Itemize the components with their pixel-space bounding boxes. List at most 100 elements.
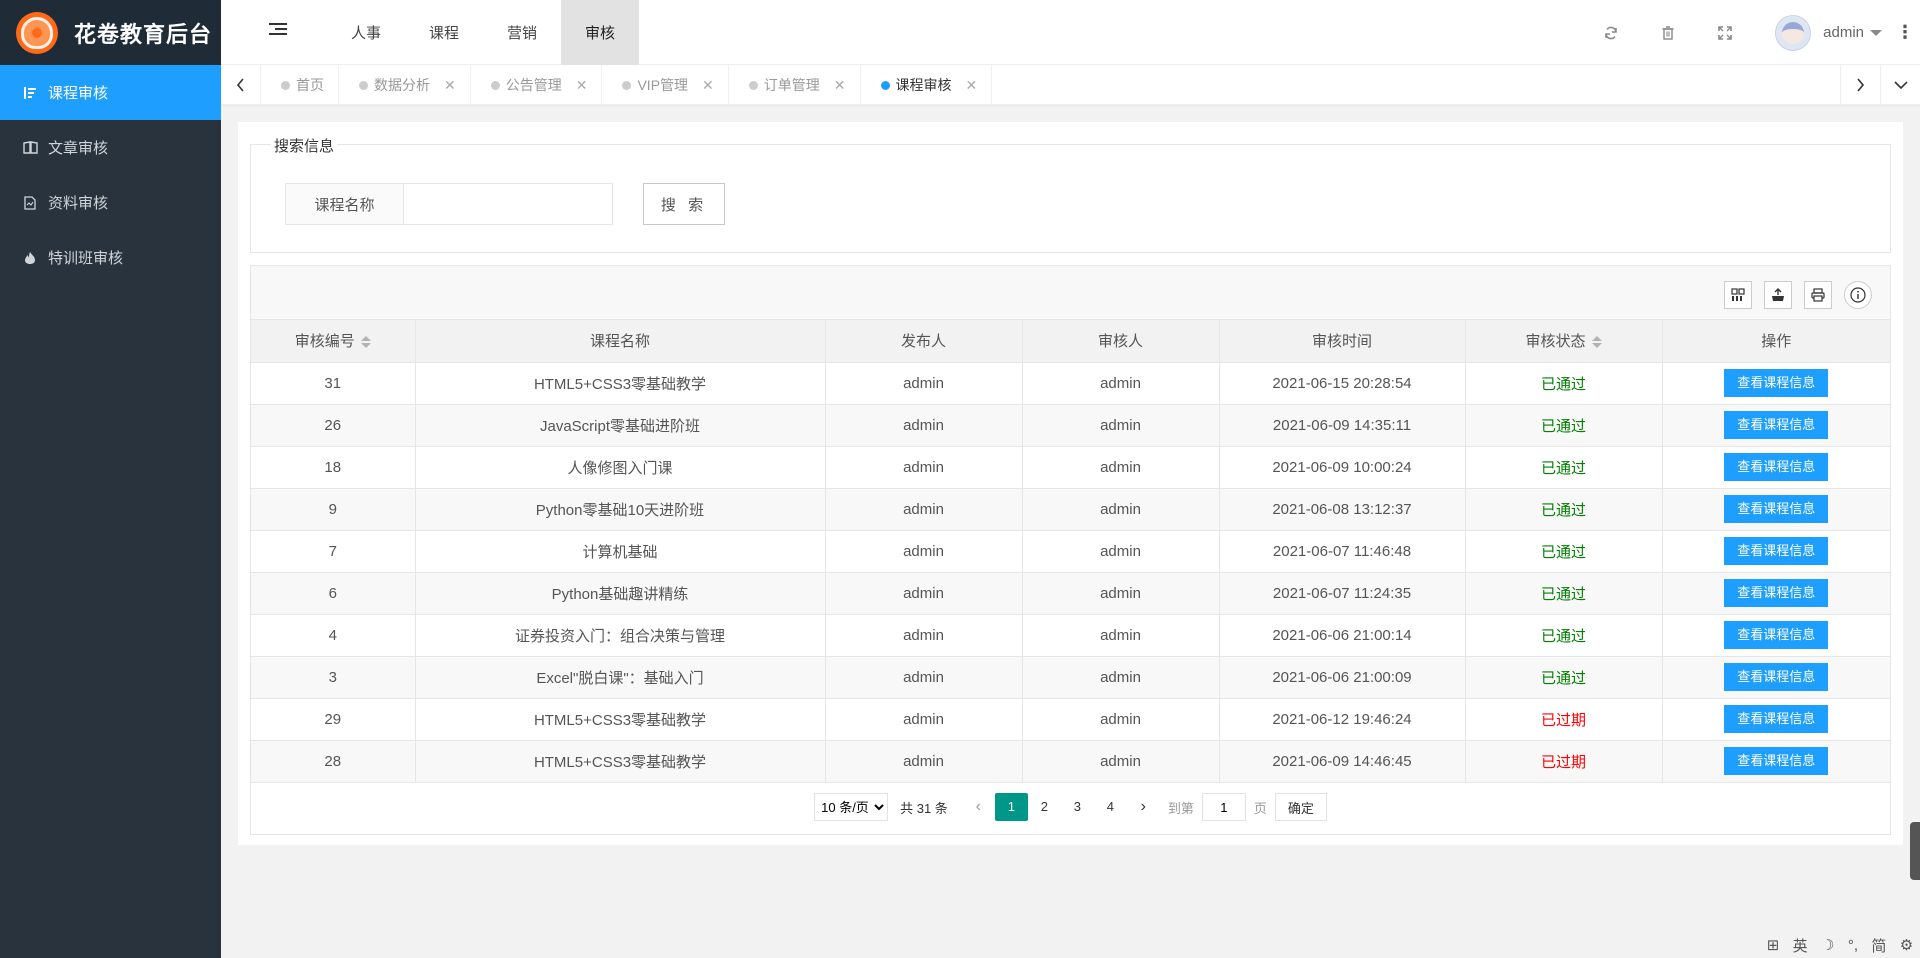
user-menu[interactable]: admin bbox=[1753, 14, 1890, 51]
cell-reviewer: admin bbox=[1022, 488, 1220, 531]
page-2[interactable]: 2 bbox=[1028, 793, 1061, 821]
top-nav-marketing[interactable]: 营销 bbox=[483, 0, 561, 65]
tab-scroll-right-icon[interactable] bbox=[1840, 65, 1880, 105]
sidebar-item-label: 课程审核 bbox=[48, 85, 109, 102]
info-icon[interactable] bbox=[1844, 281, 1872, 309]
table-row: 29 HTML5+CSS3零基础教学 admin admin 2021-06-12 19… bbox=[251, 698, 1890, 741]
cell-action: 查看课程信息 bbox=[1662, 488, 1890, 531]
export-icon[interactable] bbox=[1764, 281, 1792, 309]
refresh-icon[interactable] bbox=[1582, 0, 1639, 65]
columns-filter-icon[interactable] bbox=[1724, 281, 1752, 309]
sidebar-item-course-review[interactable]: 课程审核 bbox=[0, 65, 221, 120]
cell-course-name: 人像修图入门课 bbox=[415, 446, 826, 489]
cell-review-time: 2021-06-09 14:46:45 bbox=[1219, 740, 1466, 783]
view-course-button[interactable]: 查看课程信息 bbox=[1724, 369, 1829, 397]
close-icon[interactable]: ✕ bbox=[966, 77, 978, 94]
table-row: 4 证券投资入门：组合决策与管理 admin admin 2021-06-06 21:0… bbox=[251, 614, 1890, 657]
top-nav-course[interactable]: 课程 bbox=[405, 0, 483, 65]
ime-mode[interactable]: 简 bbox=[1871, 935, 1886, 956]
side-handle[interactable] bbox=[1910, 822, 1920, 880]
tab-announcement[interactable]: 公告管理 ✕ bbox=[471, 65, 603, 105]
settings-gear-icon[interactable]: ⚙ bbox=[1900, 936, 1913, 954]
view-course-button[interactable]: 查看课程信息 bbox=[1724, 537, 1829, 565]
cell-id: 18 bbox=[251, 446, 416, 489]
tab-course-review[interactable]: 课程审核 ✕ bbox=[861, 65, 993, 105]
search-button[interactable]: 搜 索 bbox=[643, 183, 725, 225]
fire-icon bbox=[22, 250, 38, 266]
page-1[interactable]: 1 bbox=[994, 793, 1028, 821]
view-course-button[interactable]: 查看课程信息 bbox=[1724, 411, 1829, 439]
close-icon[interactable]: ✕ bbox=[576, 77, 588, 94]
brand-name: 花卷教育后台 bbox=[74, 21, 213, 47]
total-count: 共 31 条 bbox=[900, 800, 948, 816]
course-name-input[interactable] bbox=[403, 183, 613, 225]
view-course-button[interactable]: 查看课程信息 bbox=[1724, 453, 1829, 481]
close-icon[interactable]: ✕ bbox=[444, 77, 456, 94]
goto-page-input[interactable] bbox=[1201, 793, 1246, 821]
next-page-icon[interactable]: › bbox=[1127, 793, 1160, 821]
table-toolbar bbox=[251, 266, 1890, 320]
sidebar-item-material-review[interactable]: 资料审核 bbox=[0, 175, 221, 230]
cell-status: 已通过 bbox=[1465, 614, 1663, 657]
sort-icon[interactable] bbox=[360, 336, 371, 349]
brand[interactable]: 花卷教育后台 bbox=[0, 0, 221, 65]
cell-status: 已通过 bbox=[1465, 404, 1663, 447]
col-header-status[interactable]: 审核状态 bbox=[1465, 320, 1663, 363]
fullscreen-icon[interactable] bbox=[1696, 0, 1753, 65]
cell-status: 已通过 bbox=[1465, 488, 1663, 531]
cell-action: 查看课程信息 bbox=[1662, 614, 1890, 657]
cell-id: 29 bbox=[251, 698, 416, 741]
top-nav-hr[interactable]: 人事 bbox=[327, 0, 405, 65]
search-legend: 搜索信息 bbox=[271, 135, 338, 156]
cell-publisher: admin bbox=[825, 656, 1023, 699]
top-nav-review[interactable]: 审核 bbox=[561, 0, 639, 65]
view-course-button[interactable]: 查看课程信息 bbox=[1724, 705, 1829, 733]
page-size-select[interactable]: 10 条/页 bbox=[814, 793, 889, 821]
sidebar-item-training-review[interactable]: 特训班审核 bbox=[0, 230, 221, 285]
view-course-button[interactable]: 查看课程信息 bbox=[1724, 663, 1829, 691]
cell-publisher: admin bbox=[825, 488, 1023, 531]
menu-toggle-icon[interactable] bbox=[269, 23, 287, 41]
prev-page-icon[interactable]: ‹ bbox=[962, 793, 995, 821]
goto-confirm-button[interactable]: 确定 bbox=[1274, 793, 1327, 821]
ime-lang[interactable]: 英 bbox=[1793, 935, 1808, 956]
cell-publisher: admin bbox=[825, 614, 1023, 657]
more-vertical-icon[interactable]: ⋮ bbox=[1890, 0, 1920, 65]
page-3[interactable]: 3 bbox=[1061, 793, 1094, 821]
cell-publisher: admin bbox=[825, 446, 1023, 489]
page-4[interactable]: 4 bbox=[1094, 793, 1127, 821]
cell-status: 已通过 bbox=[1465, 362, 1663, 405]
tab-data-analysis[interactable]: 数据分析 ✕ bbox=[339, 65, 471, 105]
view-course-button[interactable]: 查看课程信息 bbox=[1724, 621, 1829, 649]
cell-review-time: 2021-06-09 14:35:11 bbox=[1219, 404, 1466, 447]
clear-cache-trash-icon[interactable] bbox=[1639, 0, 1696, 65]
cell-course-name: 计算机基础 bbox=[415, 530, 826, 573]
ime-grid-icon[interactable]: ⊞ bbox=[1767, 936, 1780, 954]
tab-home[interactable]: 首页 bbox=[261, 65, 339, 105]
tab-orders[interactable]: 订单管理 ✕ bbox=[729, 65, 861, 105]
cell-reviewer: admin bbox=[1022, 740, 1220, 783]
close-icon[interactable]: ✕ bbox=[834, 77, 846, 94]
cell-id: 7 bbox=[251, 530, 416, 573]
list-sort-icon bbox=[22, 85, 38, 101]
tab-scroll-left-icon[interactable] bbox=[221, 65, 261, 105]
cell-reviewer: admin bbox=[1022, 446, 1220, 489]
cell-course-name: Python基础趣讲精练 bbox=[415, 572, 826, 615]
tab-vip[interactable]: VIP管理 ✕ bbox=[602, 65, 729, 105]
cell-action: 查看课程信息 bbox=[1662, 530, 1890, 573]
cell-review-time: 2021-06-06 21:00:09 bbox=[1219, 656, 1466, 699]
punctuation-icon[interactable]: °, bbox=[1848, 937, 1858, 954]
sidebar-item-article-review[interactable]: 文章审核 bbox=[0, 120, 221, 175]
table-row: 9 Python零基础10天进阶班 admin admin 2021-06-08 13:… bbox=[251, 488, 1890, 531]
col-header-id[interactable]: 审核编号 bbox=[251, 320, 416, 363]
close-icon[interactable]: ✕ bbox=[702, 77, 714, 94]
print-icon[interactable] bbox=[1804, 281, 1832, 309]
view-course-button[interactable]: 查看课程信息 bbox=[1724, 495, 1829, 523]
moon-icon[interactable]: ☽ bbox=[1821, 936, 1834, 954]
sort-icon[interactable] bbox=[1591, 336, 1602, 349]
view-course-button[interactable]: 查看课程信息 bbox=[1724, 747, 1829, 775]
tab-dot-icon bbox=[281, 80, 290, 90]
review-table-panel: 审核编号 课程名称 发布人 审核人 审核时间 审核状态 操作 31 HTML5+C… bbox=[250, 265, 1891, 835]
view-course-button[interactable]: 查看课程信息 bbox=[1724, 579, 1829, 607]
tab-menu-chevron-down-icon[interactable] bbox=[1880, 65, 1920, 105]
